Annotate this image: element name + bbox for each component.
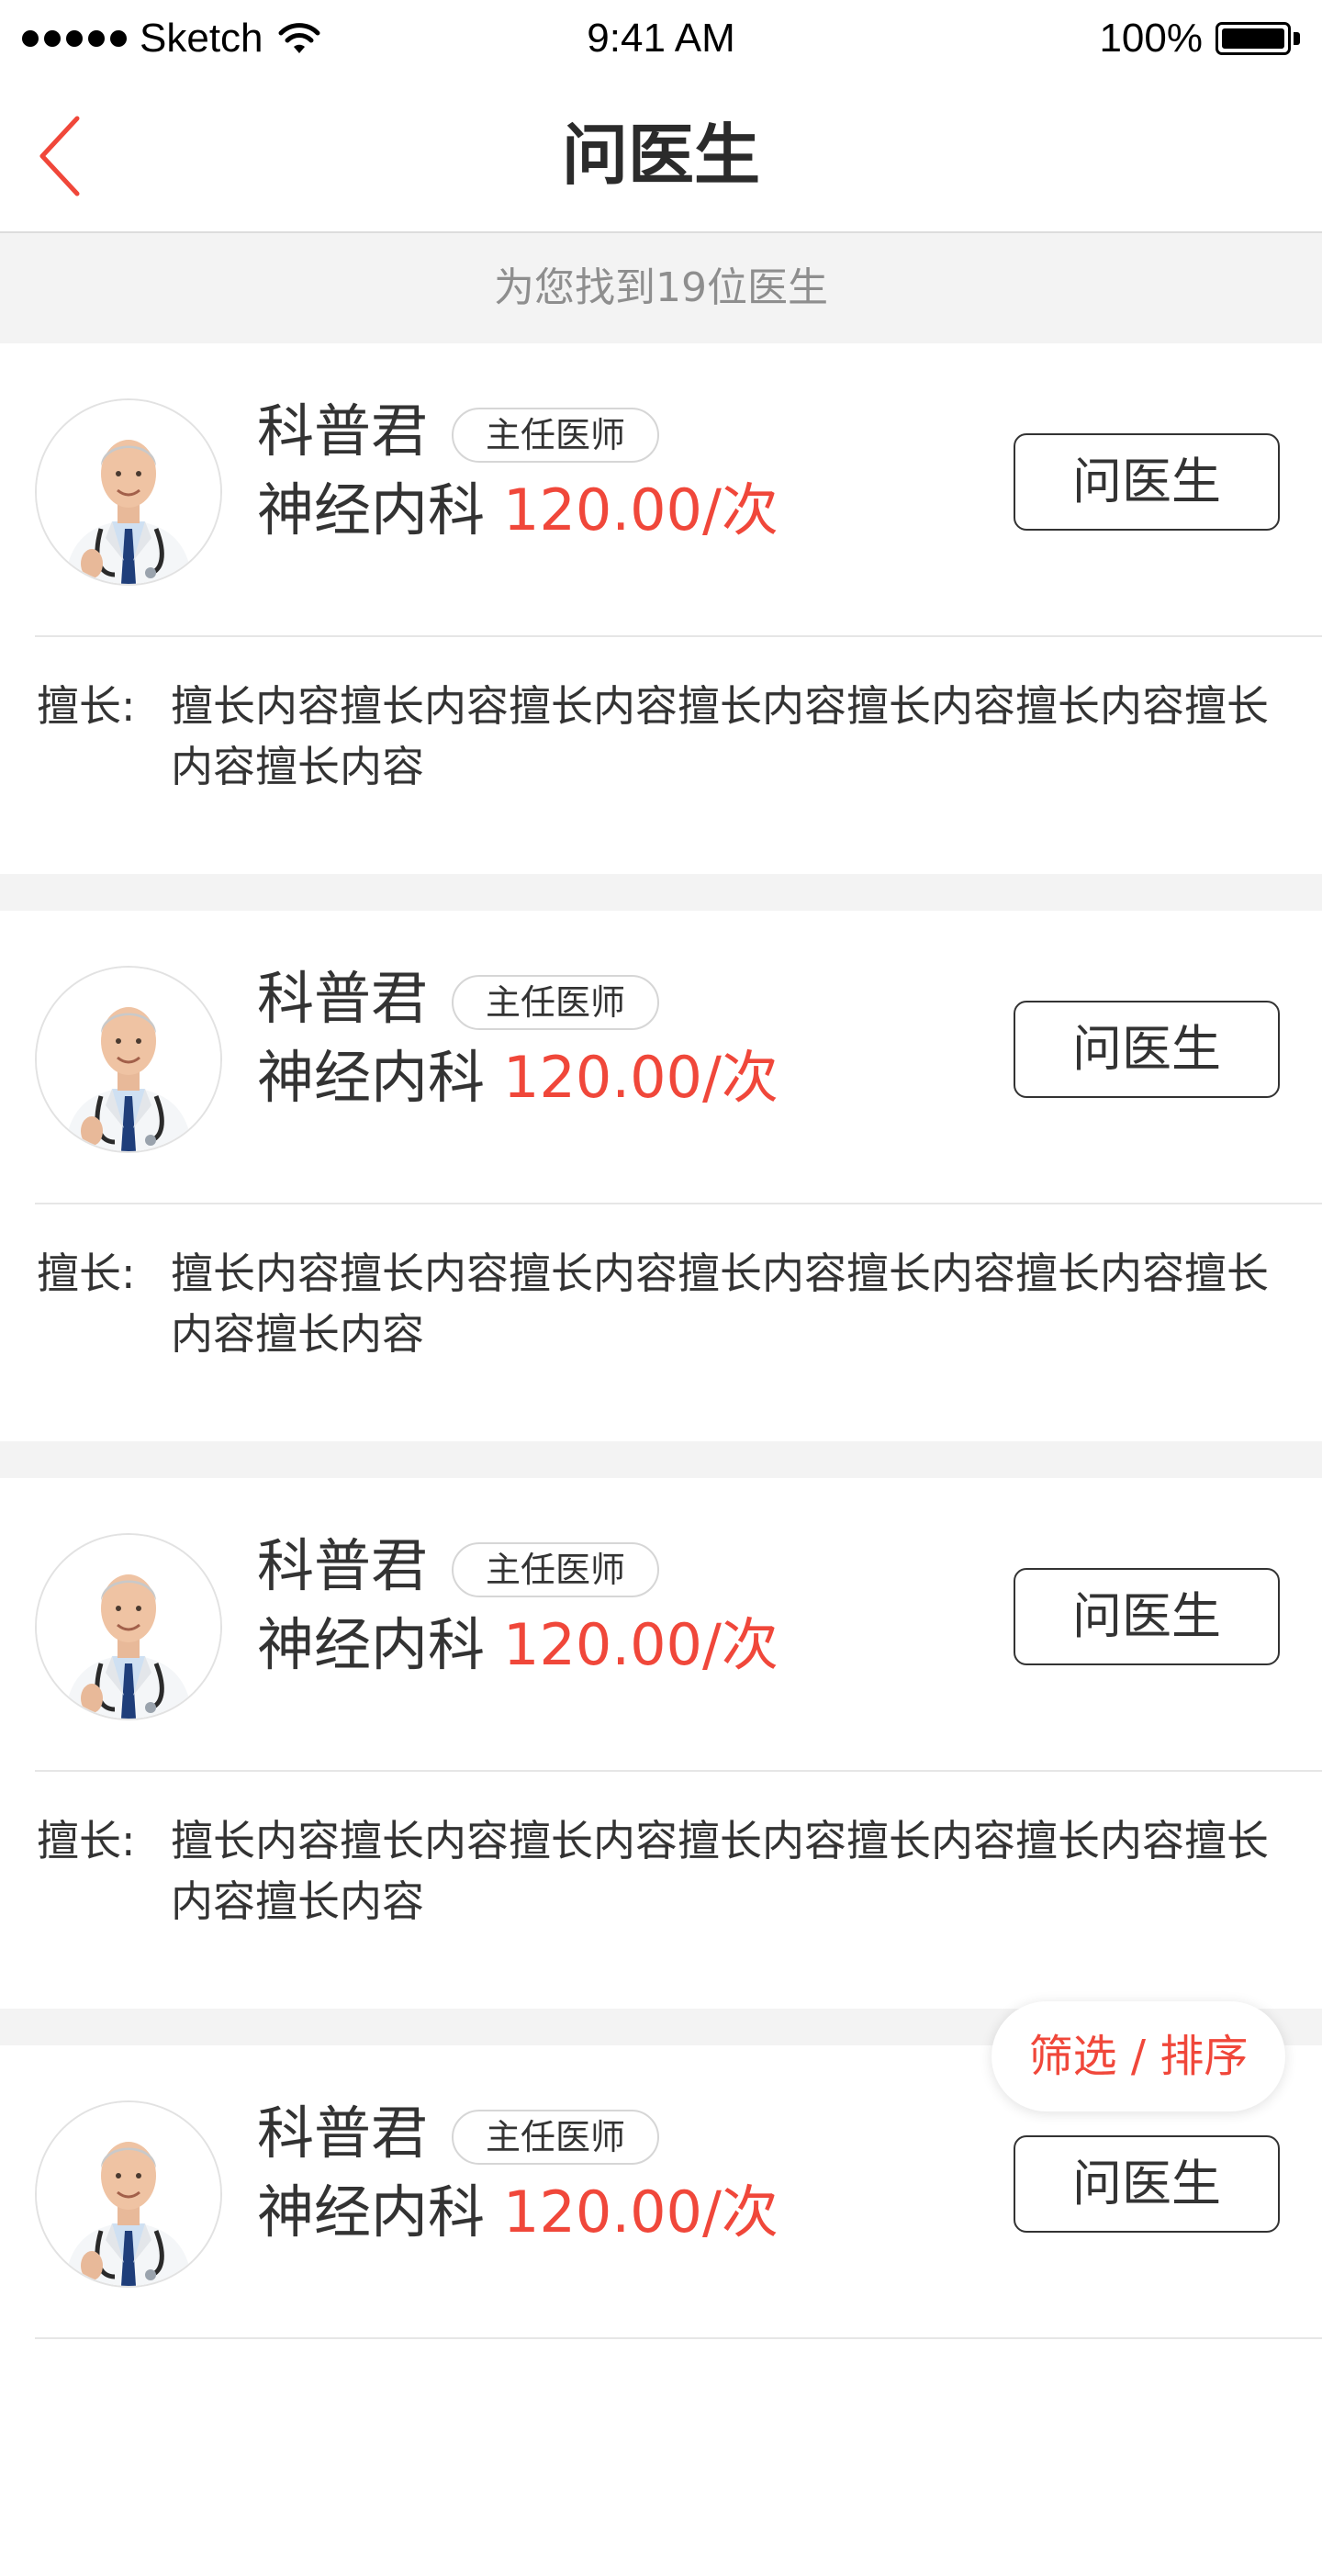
doctor-avatar — [35, 398, 222, 586]
consult-price: 120.00/次 — [503, 476, 779, 543]
filter-sort-button[interactable]: 筛选 / 排序 — [992, 2001, 1285, 2111]
doctor-expertise: 擅长: 擅长内容擅长内容擅长内容擅长内容擅长内容擅长内容擅长内容擅长内容 — [37, 1810, 1294, 1932]
battery-percentage: 100% — [1099, 16, 1203, 61]
expertise-label: 擅长: — [37, 1249, 136, 1298]
ask-doctor-button[interactable]: 问医生 — [1014, 2135, 1280, 2233]
consult-price: 120.00/次 — [503, 1611, 779, 1678]
expertise-text: 擅长内容擅长内容擅长内容擅长内容擅长内容擅长内容擅长内容擅长内容 — [171, 681, 1269, 791]
doctor-title-badge: 主任医师 — [452, 2110, 659, 2165]
status-bar: Sketch 9:41 AM 100% — [0, 0, 1322, 77]
doctor-department: 神经内科 — [257, 1611, 486, 1678]
doctor-card-header: 科普君 主任医师 神经内科 120.00/次 问医生 — [0, 343, 1322, 635]
expertise-text: 擅长内容擅长内容擅长内容擅长内容擅长内容擅长内容擅长内容擅长内容 — [171, 1249, 1269, 1359]
ask-doctor-button[interactable]: 问医生 — [1014, 1568, 1280, 1665]
consult-price: 120.00/次 — [503, 1044, 779, 1111]
doctor-name: 科普君 — [257, 1532, 429, 1599]
doctor-department: 神经内科 — [257, 2178, 486, 2246]
doctor-avatar — [35, 1533, 222, 1720]
doctor-card-header: 科普君 主任医师 神经内科 120.00/次 问医生 — [0, 911, 1322, 1203]
department-price-line: 神经内科 120.00/次 — [257, 2176, 779, 2264]
doctor-avatar — [35, 966, 222, 1153]
card-divider — [35, 1770, 1322, 1772]
page-title: 问医生 — [561, 117, 760, 194]
doctor-title-badge: 主任医师 — [452, 408, 659, 463]
doctor-portrait-image — [37, 400, 220, 584]
doctor-card[interactable]: 科普君 主任医师 神经内科 120.00/次 问医生 擅长: 擅长内容擅长内容擅长… — [0, 1478, 1322, 2009]
doctor-card[interactable]: 科普君 主任医师 神经内科 120.00/次 问医生 擅长: 擅长内容擅长内容擅长… — [0, 911, 1322, 1441]
card-divider — [35, 2337, 1322, 2339]
doctor-portrait-image — [37, 968, 220, 1151]
doctor-avatar — [35, 2100, 222, 2288]
doctor-name: 科普君 — [257, 2100, 429, 2167]
doctor-expertise: 擅长: 擅长内容擅长内容擅长内容擅长内容擅长内容擅长内容擅长内容擅长内容 — [37, 676, 1294, 797]
doctor-department: 神经内科 — [257, 476, 486, 543]
doctor-department: 神经内科 — [257, 1044, 486, 1111]
expertise-text: 擅长内容擅长内容擅长内容擅长内容擅长内容擅长内容擅长内容擅长内容 — [171, 1816, 1269, 1926]
doctor-title-badge: 主任医师 — [452, 1542, 659, 1597]
doctor-name: 科普君 — [257, 965, 429, 1032]
consult-price: 120.00/次 — [503, 2178, 779, 2246]
doctor-title-badge: 主任医师 — [452, 975, 659, 1030]
card-separator — [0, 874, 1322, 911]
battery-icon — [1216, 22, 1300, 55]
expertise-label: 擅长: — [37, 681, 136, 731]
card-divider — [35, 635, 1322, 637]
doctor-card[interactable]: 科普君 主任医师 神经内科 120.00/次 问医生 擅长: 擅长内容擅长内容擅长… — [0, 343, 1322, 874]
doctor-portrait-image — [37, 1535, 220, 1719]
doctor-expertise: 擅长: 擅长内容擅长内容擅长内容擅长内容擅长内容擅长内容擅长内容擅长内容 — [37, 1243, 1294, 1364]
department-price-line: 神经内科 120.00/次 — [257, 1041, 779, 1129]
card-separator — [0, 1441, 1322, 1478]
card-divider — [35, 1203, 1322, 1204]
status-right: 100% — [1099, 13, 1300, 64]
doctor-card-header: 科普君 主任医师 神经内科 120.00/次 问医生 — [0, 1478, 1322, 1770]
doctor-card[interactable]: 科普君 主任医师 神经内科 120.00/次 问医生 — [0, 2045, 1322, 2576]
ask-doctor-button[interactable]: 问医生 — [1014, 1001, 1280, 1098]
ask-doctor-button[interactable]: 问医生 — [1014, 433, 1280, 531]
navigation-bar: 问医生 — [0, 77, 1322, 233]
department-price-line: 神经内科 120.00/次 — [257, 1608, 779, 1697]
expertise-label: 擅长: — [37, 1816, 136, 1865]
doctor-portrait-image — [37, 2102, 220, 2286]
result-summary: 为您找到19位医生 — [0, 233, 1322, 343]
department-price-line: 神经内科 120.00/次 — [257, 474, 779, 562]
doctor-name: 科普君 — [257, 398, 429, 465]
